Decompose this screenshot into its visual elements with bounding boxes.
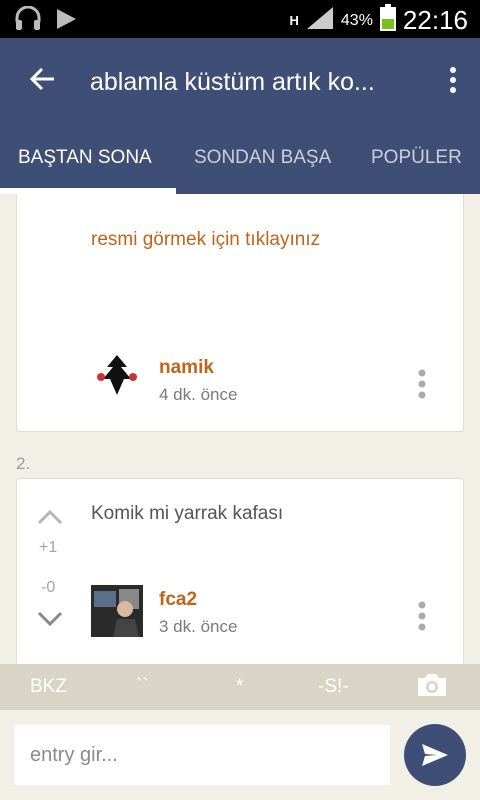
- spoiler-button[interactable]: -S!-: [318, 676, 349, 698]
- tab-bastan-sona[interactable]: BAŞTAN SONA: [18, 138, 152, 194]
- entry-index: 2.: [16, 454, 31, 473]
- send-icon: [420, 742, 450, 773]
- bkz-button[interactable]: BKZ: [30, 676, 67, 698]
- app-bar: ablamla küstüm artık ko... BAŞTAN SONA S…: [0, 38, 480, 194]
- entry-card: resmi görmek için tıklayınız namik 4 dk.…: [16, 194, 464, 432]
- status-bar: H 43% 22:16: [0, 0, 480, 38]
- topic-title: ablamla küstüm artık ko...: [90, 68, 375, 96]
- composer: [0, 710, 480, 800]
- signal-icon: [305, 5, 335, 36]
- spoiler-star-button[interactable]: *: [236, 676, 243, 698]
- entry-input[interactable]: [14, 725, 390, 785]
- back-arrow-icon[interactable]: [28, 64, 58, 94]
- play-icon: [54, 7, 78, 36]
- entry-time: 3 dk. önce: [159, 617, 238, 636]
- entry-author[interactable]: namik: [159, 357, 214, 379]
- entry-time: 4 dk. önce: [159, 385, 238, 404]
- entry-menu-icon[interactable]: [418, 369, 426, 399]
- tab-bar: BAŞTAN SONA SONDAN BAŞA POPÜLER: [0, 138, 480, 194]
- downvote-count: -0: [41, 579, 56, 596]
- upvote-count: +1: [39, 539, 58, 556]
- entry-menu-icon[interactable]: [418, 601, 426, 631]
- entry-feed[interactable]: resmi görmek için tıklayınız namik 4 dk.…: [0, 194, 480, 664]
- image-link[interactable]: resmi görmek için tıklayınız: [91, 229, 320, 251]
- formatting-bar: BKZ `` * -S!-: [0, 664, 480, 710]
- entry-text: Komik mi yarrak kafası: [91, 503, 284, 524]
- tab-populer[interactable]: POPÜLER: [371, 138, 462, 194]
- battery-icon: [379, 4, 397, 37]
- entry-author[interactable]: fca2: [159, 589, 197, 611]
- battery-percent: 43%: [340, 11, 373, 29]
- avatar[interactable]: [91, 585, 143, 637]
- tab-sondan-basa[interactable]: SONDAN BAŞA: [194, 138, 331, 194]
- clock: 22:16: [402, 5, 468, 35]
- downvote-chevron-icon[interactable]: [37, 611, 63, 632]
- entry-card: +1 -0 Komik mi yarrak kafası fca2 3 dk. …: [16, 478, 464, 664]
- send-button[interactable]: [404, 724, 466, 786]
- camera-icon[interactable]: [416, 672, 448, 704]
- backtick-button[interactable]: ``: [136, 676, 149, 698]
- more-options-icon[interactable]: [446, 64, 460, 96]
- upvote-chevron-icon[interactable]: [37, 509, 63, 530]
- headphones-icon: [14, 5, 42, 37]
- network-type: H: [289, 13, 299, 28]
- avatar[interactable]: [91, 349, 143, 401]
